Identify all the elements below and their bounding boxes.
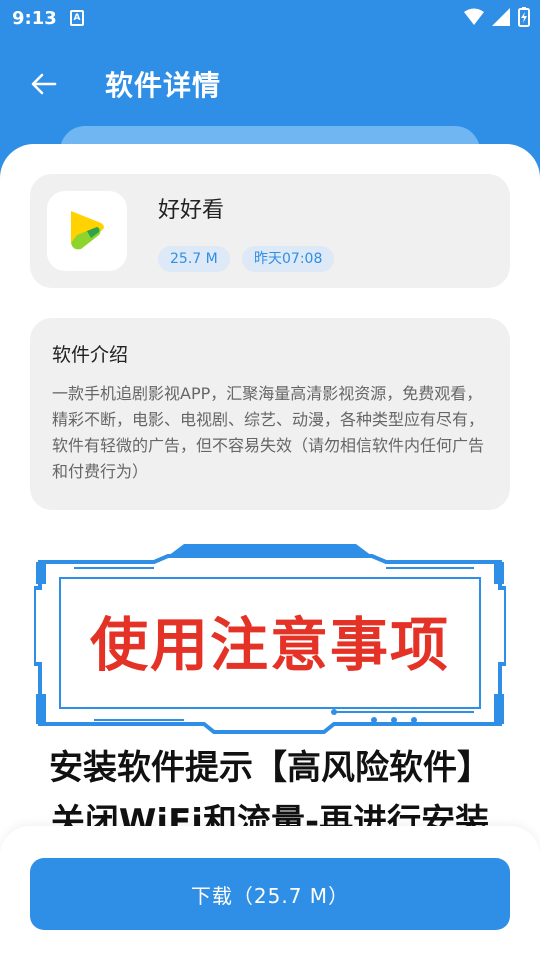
intro-text: 一款手机追剧影视APP，汇聚海量高清影视资源，免费观看，精彩不断，电影、电视剧、…: [52, 384, 485, 481]
app-name: 好好看: [158, 198, 225, 223]
intro-title: 软件介绍: [52, 344, 129, 366]
bottom-bar: 下载（25.7 M）: [0, 826, 540, 960]
arrow-left-icon: [31, 73, 57, 95]
download-button[interactable]: 下载（25.7 M）: [30, 858, 510, 930]
battery-icon: [518, 7, 530, 27]
app-icon: [47, 191, 127, 271]
notice-heading: 使用注意事项: [89, 611, 450, 679]
notification-icon: A: [70, 10, 84, 26]
wifi-icon: [464, 8, 484, 25]
status-time: 9:13: [12, 8, 57, 29]
updated-badge: 昨天07:08: [242, 246, 335, 272]
size-badge: 25.7 M: [158, 246, 230, 272]
status-icons: [464, 7, 530, 27]
app-bar: 软件详情: [0, 36, 540, 136]
intro-card: 软件介绍 一款手机追剧影视APP，汇聚海量高清影视资源，免费观看，精彩不断，电影…: [30, 318, 510, 510]
back-button[interactable]: [24, 64, 64, 104]
app-logo-icon: [71, 211, 104, 250]
signal-icon: [492, 8, 510, 26]
notice-banner: 使用注意事项: [34, 544, 506, 744]
notice-line-1: 安装软件提示【高风险软件】: [49, 748, 491, 788]
status-bar: 9:13 A: [0, 0, 540, 36]
app-info-card: 好好看 25.7 M 昨天07:08: [30, 174, 510, 288]
page-title: 软件详情: [105, 69, 222, 102]
